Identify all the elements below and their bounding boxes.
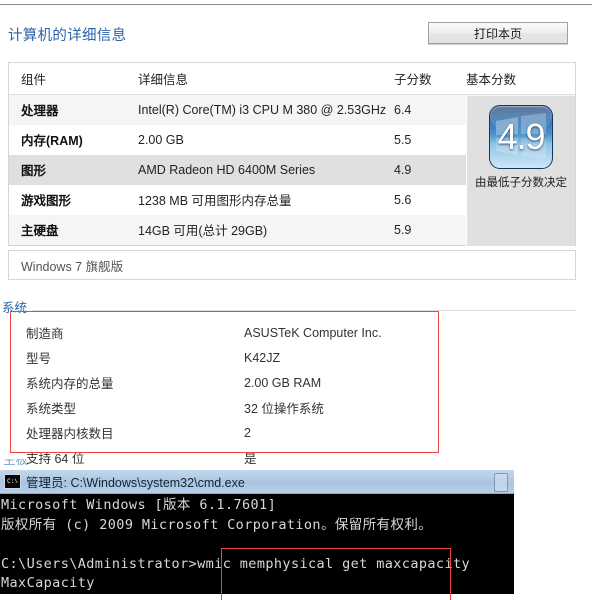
column-header-component: 组件 [21,73,47,87]
page-title: 计算机的详细信息 [8,28,127,44]
column-header-subscore: 子分数 [394,73,432,87]
row-component-label: 游戏图形 [21,194,72,208]
list-item: 制造商 ASUSTeK Computer Inc. [26,320,436,345]
section-heading-system: 系统 [2,297,33,316]
cmd-title-bar[interactable]: C:\ 管理员: C:\Windows\system32\cmd.exe [0,470,514,494]
system-info-value: 是 [244,452,257,466]
os-edition-box: Windows 7 旗舰版 [8,250,576,280]
cmd-console-icon: C:\ [4,474,21,489]
top-divider [0,4,592,5]
table-header-row: 组件 详细信息 子分数 基本分数 [9,63,575,95]
system-info-key: 制造商 [26,327,64,341]
list-item: 支持 64 位 是 [26,445,436,470]
system-info-key: 系统类型 [26,402,77,416]
system-info-key: 系统内存的总量 [26,377,114,391]
row-detail-text: 1238 MB 可用图形内存总量 [138,194,292,208]
system-info-key: 处理器内核数目 [26,427,114,441]
row-detail-text: 14GB 可用(总计 29GB) [138,224,268,238]
system-info-value: 32 位操作系统 [244,402,324,416]
row-subscore-value: 5.6 [394,193,412,207]
row-detail-text: AMD Radeon HD 6400M Series [138,163,316,177]
row-detail-text: Intel(R) Core(TM) i3 CPU M 380 @ 2.53GHz [138,103,387,117]
cmd-window-title: 管理员: C:\Windows\system32\cmd.exe [26,476,245,490]
clipped-section-heading-text: 主板 [3,459,29,467]
cmd-console-output[interactable]: Microsoft Windows [版本 6.1.7601] 版权所有 (c)… [0,494,514,594]
list-item: 系统内存的总量 2.00 GB RAM [26,370,436,395]
list-item: 系统类型 32 位操作系统 [26,395,436,420]
row-component-label: 图形 [21,164,47,178]
row-subscore-value: 5.5 [394,133,412,147]
print-page-button[interactable]: 打印本页 [428,22,568,44]
base-score-value: 4.9 [497,116,545,157]
performance-score-table: 组件 详细信息 子分数 基本分数 处理器 Intel(R) Core(TM) i… [8,62,576,246]
row-component-label: 处理器 [21,104,59,118]
system-info-value: K42JZ [244,350,281,365]
column-header-basescore: 基本分数 [466,73,517,87]
base-score-caption: 由最低子分数决定 [475,177,567,189]
windows-experience-badge-icon: 4.9 [489,105,553,169]
system-info-value: ASUSTeK Computer Inc. [244,325,382,340]
row-component-label: 内存(RAM) [21,134,83,148]
list-item: 处理器内核数目 2 [26,420,436,445]
row-subscore-value: 5.9 [394,223,412,237]
row-detail-text: 2.00 GB [138,133,184,147]
list-item: 型号 K42JZ [26,345,436,370]
row-component-label: 主硬盘 [21,224,59,238]
system-info-key: 型号 [26,352,52,366]
system-info-value: 2.00 GB RAM [244,375,322,390]
column-header-details: 详细信息 [138,73,189,87]
section-divider [2,310,576,311]
system-info-value: 2 [244,425,251,440]
clipped-section-heading: 主板 [3,459,83,467]
base-score-panel: 4.9 由最低子分数决定 [466,96,575,246]
os-edition-text: Windows 7 旗舰版 [21,259,124,274]
command-prompt-window[interactable]: C:\ 管理员: C:\Windows\system32\cmd.exe Mic… [0,470,514,594]
minimize-button[interactable] [494,473,508,492]
row-subscore-value: 6.4 [394,103,412,117]
system-info-list: 制造商 ASUSTeK Computer Inc. 型号 K42JZ 系统内存的… [26,320,436,470]
row-subscore-value: 4.9 [394,163,412,177]
